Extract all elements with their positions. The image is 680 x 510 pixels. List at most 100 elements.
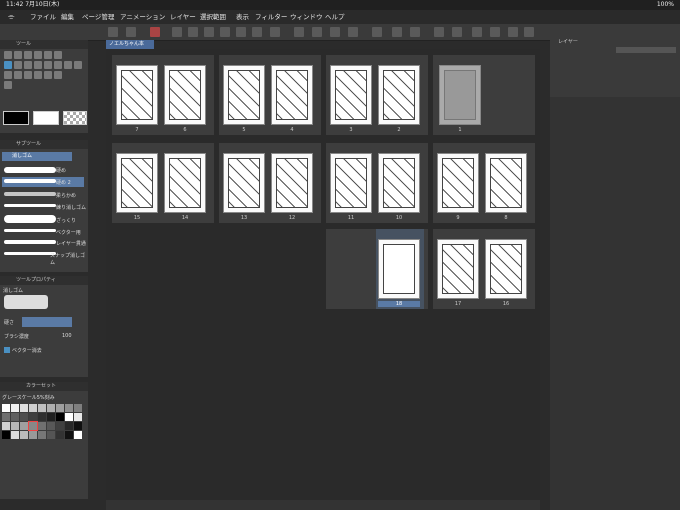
page-spread[interactable]: 98 [433,143,535,223]
app-logo-icon[interactable] [150,27,160,37]
color-swatch[interactable] [65,404,73,412]
move-tool-icon[interactable] [14,51,22,59]
layer-opacity-slider[interactable] [616,47,676,53]
eraser-rough[interactable]: ざっくり [56,217,76,224]
select-tool-icon[interactable] [34,51,42,59]
page-spread[interactable]: 54 [219,55,321,135]
subtool-group-tab[interactable]: 消しゴム [2,152,72,161]
ruler-tool-icon[interactable] [24,71,32,79]
color-swatch[interactable] [74,422,82,430]
brush-tool-icon[interactable] [34,61,42,69]
sub-color-swatch[interactable] [33,111,59,125]
menu-filter[interactable]: フィルター [255,10,287,24]
eraser-snap[interactable]: スナップ消しゴム [50,252,88,266]
page-thumbnail[interactable] [271,65,313,125]
page-thumbnail[interactable] [378,239,420,299]
eraser-stroke-preview[interactable] [4,179,56,183]
shape-tool-icon[interactable] [4,71,12,79]
page-thumbnail[interactable] [330,153,372,213]
color-swatch[interactable] [20,413,28,421]
color-swatch[interactable] [29,413,37,421]
eraser-tool-icon[interactable] [4,61,12,69]
color-swatch[interactable] [74,404,82,412]
brush-icon[interactable] [126,27,136,37]
transform-icon[interactable] [330,27,340,37]
page-spread[interactable]: 13 12 [219,143,321,223]
brush-density-value[interactable]: 100 [62,333,72,339]
page-thumbnail[interactable] [116,153,158,213]
page-spread[interactable]: 1 [433,55,535,135]
main-color-swatch[interactable] [3,111,29,125]
hardness-selector[interactable] [22,317,72,327]
page-thumbnail[interactable] [437,153,479,213]
colorset-name[interactable]: グレースケール5%刻み [2,394,55,401]
menu-file[interactable]: ファイル [30,10,56,24]
page-manager-canvas[interactable]: 7 6 5 4 3 2 1 15 14 13 12 11 10 9 8 18 17 16 [106,49,540,500]
frame-tool-icon[interactable] [14,71,22,79]
page-spread[interactable]: 18 [326,229,428,309]
color-swatch[interactable] [47,404,55,412]
color-swatch[interactable] [38,404,46,412]
fill-icon[interactable] [348,27,358,37]
blend-tool-icon[interactable] [54,61,62,69]
color-swatch[interactable] [65,422,73,430]
color-swatch[interactable] [47,413,55,421]
eyedropper-icon[interactable] [54,51,62,59]
page-thumbnail[interactable] [439,65,481,125]
page-spread[interactable]: 11 10 [326,143,428,223]
page-thumbnail[interactable] [330,65,372,125]
fullscreen-icon[interactable] [524,27,534,37]
page-thumbnail[interactable] [485,239,527,299]
color-swatch[interactable] [38,422,46,430]
new-icon[interactable] [172,27,182,37]
page-spread[interactable]: 76 [112,55,214,135]
menu-layer[interactable]: レイヤー [170,10,196,24]
eraser-kneaded[interactable]: 練り消しゴム [56,204,86,211]
menu-help[interactable]: ヘルプ [325,10,345,24]
color-swatches[interactable] [2,404,86,448]
page-thumbnail[interactable] [223,153,265,213]
color-swatch[interactable] [2,422,10,430]
lasso-tool-icon[interactable] [24,51,32,59]
vector-erase-checkbox[interactable] [4,347,10,353]
share-icon[interactable] [508,27,518,37]
color-swatch[interactable] [11,404,19,412]
clear-icon[interactable] [312,27,322,37]
snap-icon[interactable] [452,27,462,37]
balloon-tool-icon[interactable] [34,71,42,79]
undo-icon[interactable] [252,27,262,37]
invert-icon[interactable] [392,27,402,37]
open-icon[interactable] [188,27,198,37]
menu-edit[interactable]: 編集 [61,10,74,24]
page-thumbnail[interactable] [116,65,158,125]
color-swatch[interactable] [47,422,55,430]
menu-animation[interactable]: アニメーション [120,10,165,24]
page-thumbnail[interactable] [378,153,420,213]
page-spread[interactable]: 17 16 [433,229,535,309]
document-tab[interactable]: ノエルちゃん本 [106,40,154,49]
eraser-stroke-preview[interactable] [4,252,56,255]
export-icon[interactable] [220,27,230,37]
eraser-hard[interactable]: 硬め [56,167,66,174]
menu-icon[interactable] [108,27,118,37]
eraser-all-layers[interactable]: レイヤー貫通 [56,240,86,247]
page-thumbnail[interactable] [164,153,206,213]
eraser-hard-2[interactable]: 硬め 2 [56,179,71,186]
color-pick-icon[interactable] [4,81,12,89]
color-swatch[interactable] [2,431,10,439]
color-swatch[interactable] [56,422,64,430]
delete-icon[interactable] [294,27,304,37]
page-thumbnail[interactable] [437,239,479,299]
color-swatch[interactable] [65,431,73,439]
color-swatch[interactable] [2,413,10,421]
color-swatch[interactable] [20,431,28,439]
menu-view[interactable]: 表示 [236,10,249,24]
eraser-vector[interactable]: ベクター用 [56,229,81,236]
zoom-tool-icon[interactable] [4,51,12,59]
hand-tool-icon[interactable] [44,51,52,59]
color-swatch[interactable] [56,431,64,439]
page-thumbnail[interactable] [485,153,527,213]
menu-window[interactable]: ウィンドウ [290,10,323,24]
pencil-tool-icon[interactable] [24,61,32,69]
color-swatch[interactable] [38,413,46,421]
